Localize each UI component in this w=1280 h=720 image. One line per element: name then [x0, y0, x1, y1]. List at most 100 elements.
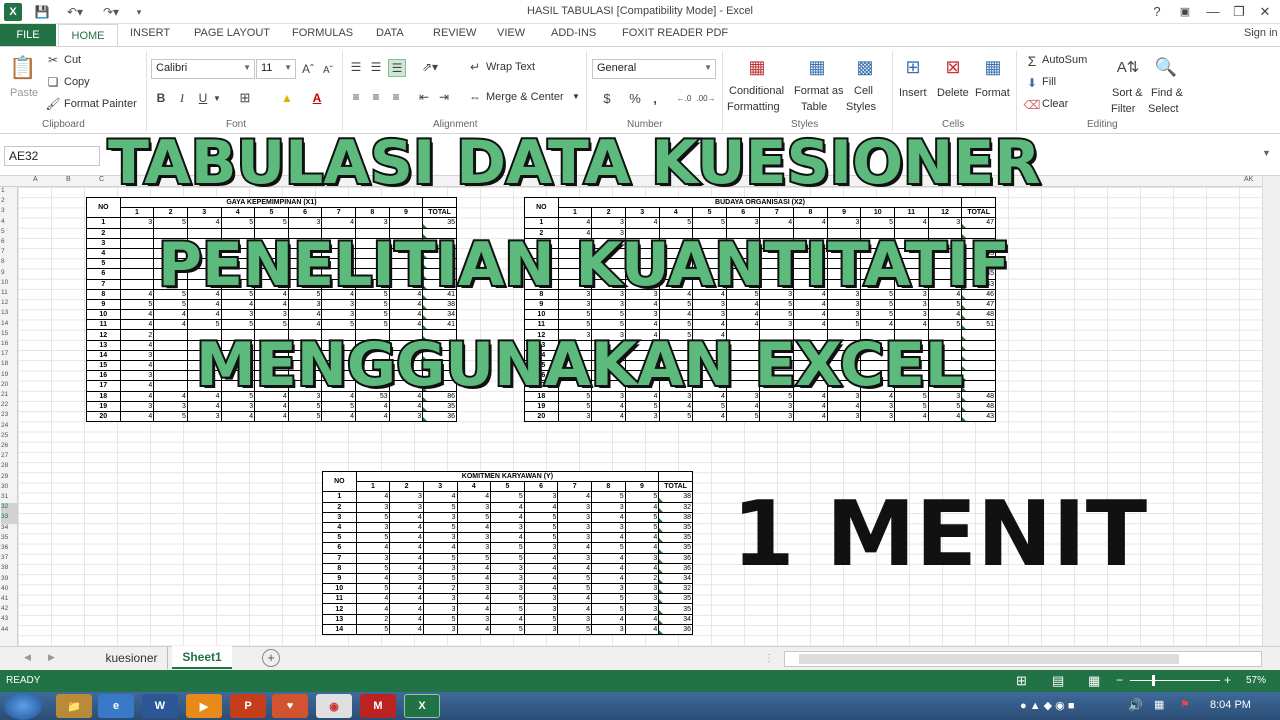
cell-value[interactable]: 4: [725, 400, 761, 412]
find-select-button[interactable]: Find &: [1151, 87, 1183, 99]
row-header[interactable]: 29: [1, 473, 17, 483]
row-number[interactable]: 19: [86, 400, 121, 412]
chrome-icon[interactable]: ◉: [316, 694, 352, 718]
column-header-a[interactable]: A: [33, 176, 38, 183]
row-number[interactable]: 11: [524, 319, 559, 331]
cell-total[interactable]: 36: [658, 623, 693, 636]
cell-total[interactable]: 36: [658, 552, 693, 564]
cell-value[interactable]: 4: [456, 623, 492, 636]
cell-value[interactable]: 4: [119, 359, 155, 372]
cell-value[interactable]: 5: [658, 298, 694, 311]
format-as-table-icon[interactable]: ▦: [804, 53, 830, 81]
cell-value[interactable]: 4: [389, 562, 424, 574]
cell-value[interactable]: 5: [658, 410, 694, 423]
cell-value[interactable]: 4: [591, 572, 626, 585]
cell-value[interactable]: 4: [692, 410, 727, 423]
horizontal-scrollbar[interactable]: [784, 651, 1262, 667]
cell-value[interactable]: 3: [557, 613, 592, 625]
cell-value[interactable]: 5: [422, 613, 458, 625]
row-number[interactable]: 20: [524, 410, 559, 423]
row-header[interactable]: 20: [1, 381, 17, 391]
percent-button[interactable]: %: [626, 89, 644, 107]
cell-value[interactable]: 4: [355, 400, 390, 412]
chevron-down-icon[interactable]: ▼: [1262, 148, 1271, 158]
cell-value[interactable]: 5: [523, 532, 559, 544]
cell-value[interactable]: 3: [355, 552, 391, 564]
cell-value[interactable]: 4: [523, 572, 559, 585]
center-icon[interactable]: ≡: [368, 89, 384, 105]
cell-value[interactable]: 5: [591, 319, 626, 331]
row-header[interactable]: 19: [1, 371, 17, 381]
cell-value[interactable]: 4: [388, 400, 424, 412]
cell-value[interactable]: 3: [759, 400, 795, 412]
conditional-formatting-button[interactable]: Conditional: [729, 85, 784, 97]
cell-value[interactable]: [119, 268, 155, 280]
cell-value[interactable]: 3: [759, 319, 795, 331]
cell-value[interactable]: [119, 258, 155, 270]
cell-total[interactable]: 34: [422, 309, 457, 321]
cell-value[interactable]: 4: [456, 562, 492, 574]
merge-center-button[interactable]: Merge & Center: [486, 91, 564, 103]
cell-value[interactable]: [153, 329, 188, 341]
row-number[interactable]: 11: [86, 319, 121, 331]
cell-value[interactable]: 5: [725, 410, 761, 423]
copy-button[interactable]: Copy: [64, 76, 90, 88]
restore-button[interactable]: ❐: [1226, 2, 1252, 22]
cell-value[interactable]: 4: [591, 552, 626, 564]
cell-value[interactable]: 5: [557, 572, 592, 585]
row-number[interactable]: 9: [86, 298, 121, 311]
cell-value[interactable]: 4: [422, 491, 458, 503]
cell-value[interactable]: [153, 359, 188, 372]
row-header[interactable]: 4: [1, 218, 17, 228]
zoom-slider[interactable]: [1130, 680, 1220, 681]
row-header[interactable]: 10: [1, 279, 17, 289]
cell-value[interactable]: 4: [523, 501, 559, 513]
cell-value[interactable]: 4: [591, 532, 626, 544]
row-header[interactable]: 22: [1, 401, 17, 411]
cell-value[interactable]: 4: [624, 542, 660, 554]
row-header[interactable]: 33: [1, 513, 17, 524]
cell-value[interactable]: 3: [523, 603, 559, 615]
cell-value[interactable]: 5: [456, 552, 492, 564]
cell-total[interactable]: 38: [422, 298, 457, 311]
cell-value[interactable]: 4: [624, 501, 660, 513]
cell-value[interactable]: 4: [119, 309, 155, 321]
cell-value[interactable]: 5: [591, 491, 626, 503]
cell-value[interactable]: 3: [591, 623, 626, 636]
cell-value[interactable]: 5: [927, 319, 963, 331]
row-number[interactable]: 5: [86, 258, 121, 270]
ie-icon[interactable]: e: [98, 694, 134, 718]
bold-button[interactable]: B: [153, 89, 169, 107]
cell-styles-icon[interactable]: ▩: [852, 53, 878, 81]
row-header[interactable]: 42: [1, 605, 17, 615]
cell-value[interactable]: 4: [826, 400, 862, 412]
cell-value[interactable]: 4: [658, 400, 694, 412]
cell-value[interactable]: 3: [927, 217, 963, 229]
cell-value[interactable]: 5: [591, 309, 626, 321]
tab-insert[interactable]: INSERT: [130, 27, 170, 39]
cell-value[interactable]: 5: [254, 319, 289, 331]
cell-value[interactable]: 4: [186, 309, 222, 321]
cell-value[interactable]: 4: [321, 217, 356, 229]
row-number[interactable]: 20: [86, 410, 121, 423]
cell-total[interactable]: 35: [658, 603, 693, 615]
comma-button[interactable]: ,: [648, 89, 662, 107]
cell-value[interactable]: 4: [591, 511, 626, 523]
row-header[interactable]: 1: [1, 187, 17, 197]
cell-value[interactable]: 3: [119, 349, 155, 362]
row-number[interactable]: 14: [86, 349, 121, 362]
row-number[interactable]: 17: [86, 380, 121, 392]
row-number[interactable]: 3: [322, 511, 357, 523]
align-top-icon[interactable]: ☰: [348, 59, 364, 75]
cell-value[interactable]: 4: [860, 319, 896, 331]
align-left-icon[interactable]: ≡: [348, 89, 364, 105]
word-icon[interactable]: W: [142, 694, 178, 718]
cell-value[interactable]: 5: [153, 217, 188, 229]
ribbon-display-icon[interactable]: ▣: [1172, 2, 1198, 22]
cell-value[interactable]: 5: [557, 623, 592, 636]
row-header[interactable]: 16: [1, 340, 17, 350]
row-number[interactable]: 9: [322, 572, 357, 585]
clear-icon[interactable]: ⌫: [1024, 97, 1041, 113]
insert-cells-icon[interactable]: ⊞: [900, 53, 926, 81]
cell-value[interactable]: 3: [624, 309, 660, 321]
